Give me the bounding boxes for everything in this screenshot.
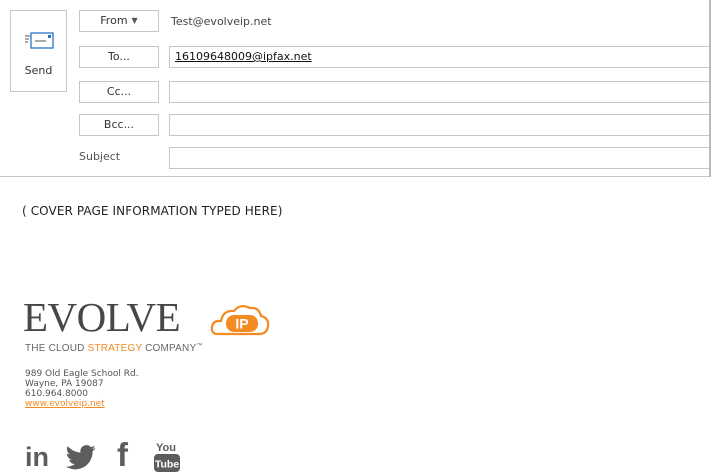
subject-label: Subject — [79, 150, 121, 163]
from-button-label: From — [100, 14, 128, 27]
address-line-2: Wayne, PA 19087 — [25, 379, 104, 389]
from-value: Test@evolveip.net — [171, 15, 272, 28]
youtube-icon[interactable]: You Tube — [153, 439, 187, 475]
tagline-highlight: STRATEGY — [87, 343, 143, 354]
youtube-you-text: You — [156, 442, 176, 454]
trademark-mark: ™ — [196, 343, 203, 349]
logo-wordmark: EVOLVE — [23, 294, 181, 340]
signature-address: 989 Old Eagle School Rd. Wayne, PA 19087… — [25, 369, 139, 409]
to-button-label: To... — [108, 50, 130, 63]
cc-button[interactable]: Cc... — [79, 81, 159, 103]
subject-field[interactable] — [169, 147, 711, 169]
send-label: Send — [24, 64, 53, 77]
tagline: THE CLOUD STRATEGY COMPANY™ — [25, 343, 203, 354]
youtube-tube-text: Tube — [155, 459, 179, 471]
send-envelope-icon — [25, 32, 54, 49]
facebook-icon[interactable]: f — [117, 438, 128, 471]
bcc-field[interactable] — [169, 114, 711, 136]
linkedin-icon[interactable]: in — [25, 441, 49, 473]
bcc-button[interactable]: Bcc... — [79, 114, 159, 136]
tagline-start: THE CLOUD — [25, 343, 88, 354]
compose-header: Send From ▼ Test@evolveip.net To... 16109… — [0, 0, 711, 176]
chevron-down-icon: ▼ — [131, 16, 138, 25]
header-divider — [0, 176, 711, 177]
address-line-1: 989 Old Eagle School Rd. — [25, 369, 139, 379]
to-field[interactable]: 16109648009@ipfax.net — [169, 46, 711, 68]
bcc-button-label: Bcc... — [103, 118, 135, 131]
to-recipient[interactable]: 16109648009@ipfax.net — [175, 50, 312, 63]
cc-button-label: Cc... — [106, 85, 132, 98]
from-button[interactable]: From ▼ — [79, 10, 159, 32]
twitter-icon[interactable] — [65, 444, 97, 472]
evolve-ip-logo: EVOLVE IP — [23, 293, 283, 341]
cc-field[interactable] — [169, 81, 711, 103]
to-button[interactable]: To... — [79, 46, 159, 68]
logo-badge-text: IP — [235, 316, 248, 332]
cloud-logo-icon: IP — [210, 304, 270, 336]
phone-number: 610.964.8000 — [25, 389, 88, 399]
website-link[interactable]: www.evolveip.net — [25, 399, 139, 409]
tagline-end: COMPANY — [142, 343, 197, 354]
send-button[interactable]: Send — [10, 10, 67, 92]
message-body-text[interactable]: ( COVER PAGE INFORMATION TYPED HERE) — [22, 204, 283, 218]
